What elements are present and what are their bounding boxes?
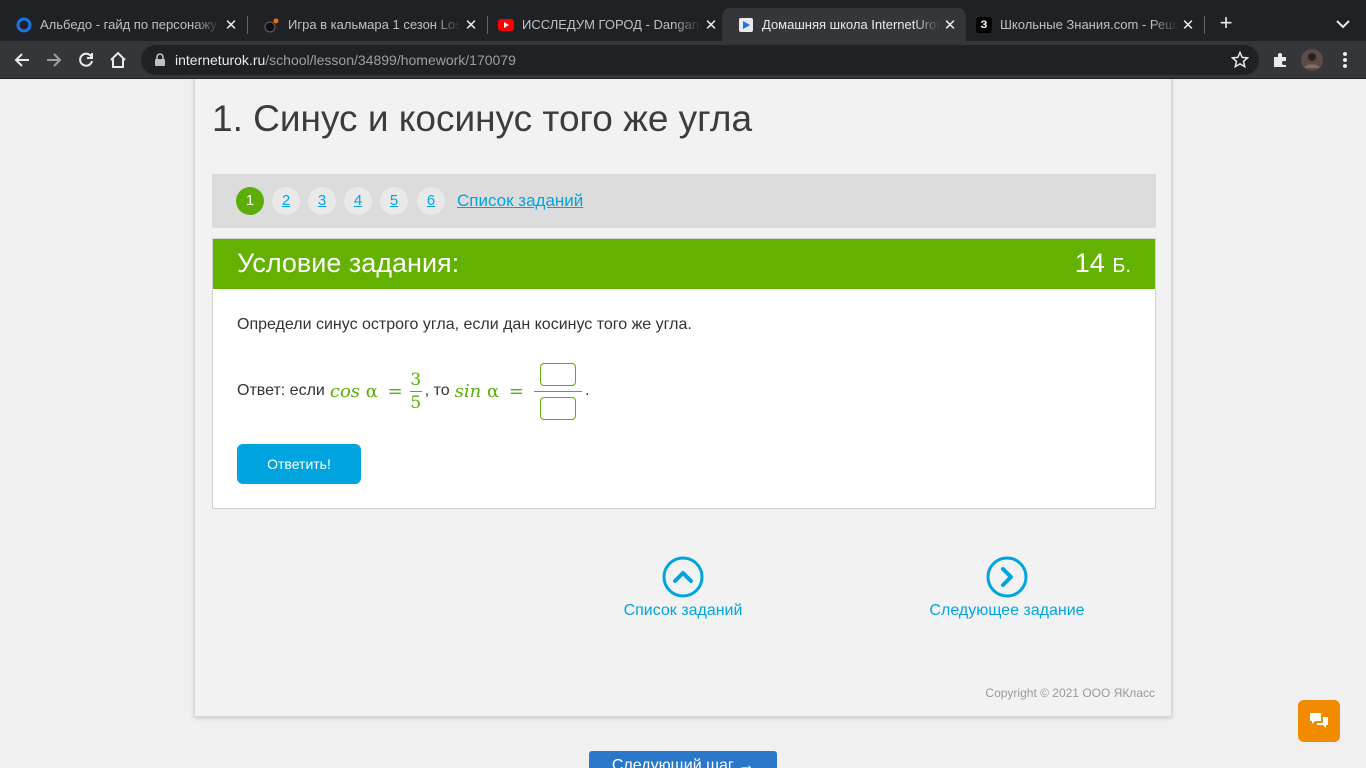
browser-tab-strip: Альбедо - гайд по персонажу ✕ Игра в кал… (0, 0, 1366, 41)
next-step-button[interactable]: Следующий шаг → (589, 751, 777, 768)
task-number-6[interactable]: 6 (417, 187, 445, 215)
answer-line: Ответ: если cos α = 3 5 , то sin α = . (237, 359, 589, 423)
new-tab-button[interactable]: + (1214, 12, 1238, 36)
sin-expression: sin α = (455, 381, 524, 402)
address-bar[interactable]: interneturok.ru/school/lesson/34899/home… (141, 45, 1259, 75)
submit-answer-button[interactable]: Ответить! (237, 444, 361, 484)
alpha-symbol: α (487, 380, 500, 402)
browser-tab-squid-game[interactable]: Игра в кальмара 1 сезон LostFilm ✕ (248, 8, 487, 41)
next-task-label: Следующее задание (929, 602, 1085, 619)
equals-sign: = (508, 380, 524, 402)
points-unit: Б. (1112, 255, 1131, 277)
close-icon[interactable]: ✕ (221, 15, 241, 35)
page-viewport: 1. Синус и косинус того же угла 1 2 3 4 … (0, 79, 1366, 768)
task-header-title: Условие задания: (237, 248, 460, 278)
task-points: 14 Б. (1075, 248, 1131, 279)
task-number-navigation: 1 2 3 4 5 6 Список заданий (212, 174, 1156, 228)
tab-search-chevron-icon[interactable] (1332, 13, 1354, 35)
url-text: interneturok.ru/school/lesson/34899/home… (175, 52, 516, 68)
copyright: Copyright © 2021 ООО ЯКласс (985, 686, 1155, 700)
tab-title: Игра в кальмара 1 сезон LostFilm (288, 17, 461, 32)
tab-title: Школьные Знания.com - Решаем (1000, 17, 1178, 32)
close-icon[interactable]: ✕ (701, 15, 721, 35)
tab-separator (1204, 16, 1205, 34)
close-icon[interactable]: ✕ (940, 15, 960, 35)
close-icon[interactable]: ✕ (461, 15, 481, 35)
bookmark-star-icon[interactable] (1230, 50, 1250, 69)
next-task-link[interactable]: Следующее задание (917, 556, 1097, 620)
page-title: 1. Синус и косинус того же угла (212, 98, 753, 139)
close-icon[interactable]: ✕ (1178, 15, 1198, 35)
task-number-3[interactable]: 3 (308, 187, 336, 215)
browser-tab-youtube[interactable]: ИССЛЕДУМ ГОРОД - Danganronpa ✕ (482, 8, 727, 41)
sin-label: sin (454, 380, 482, 402)
more-vertical-icon[interactable] (1333, 48, 1357, 72)
points-value: 14 (1074, 248, 1105, 278)
task-box: Условие задания: 14 Б. Определи синус ос… (212, 238, 1156, 509)
lesson-card: 1. Синус и косинус того же угла 1 2 3 4 … (194, 79, 1172, 717)
task-header: Условие задания: 14 Б. (213, 239, 1155, 289)
middle-text: , то (424, 382, 450, 399)
genshin-favicon-icon (16, 17, 32, 33)
youtube-icon (498, 17, 514, 33)
cos-denominator: 5 (410, 392, 422, 413)
tab-title: ИССЛЕДУМ ГОРОД - Danganronpa (522, 17, 701, 32)
denominator-input[interactable] (539, 396, 576, 420)
task-list-bottom-link[interactable]: Список заданий (593, 556, 773, 620)
lostfilm-favicon-icon (264, 17, 280, 33)
chevron-up-circle-icon (662, 556, 704, 598)
task-number-4[interactable]: 4 (344, 187, 372, 215)
task-list-link[interactable]: Список заданий (457, 191, 583, 211)
cos-fraction: 3 5 (409, 369, 422, 413)
period: . (584, 382, 590, 399)
forward-arrow-icon[interactable] (42, 48, 66, 72)
chat-bubbles-icon (1310, 713, 1328, 728)
task-number-2[interactable]: 2 (272, 187, 300, 215)
lock-icon[interactable] (153, 53, 167, 67)
task-number-1[interactable]: 1 (236, 187, 264, 215)
cos-label: cos (329, 380, 361, 402)
back-arrow-icon[interactable] (10, 48, 34, 72)
sin-fraction-input (533, 362, 582, 420)
browser-tab-interneturok[interactable]: Домашняя школа InternetUrok.ru ✕ (722, 8, 966, 41)
url-path: /school/lesson/34899/homework/170079 (265, 52, 516, 68)
numerator-input[interactable] (539, 362, 576, 386)
extensions-puzzle-icon[interactable] (1268, 48, 1292, 72)
fraction-bar (533, 390, 582, 392)
tab-title: Альбедо - гайд по персонажу (40, 17, 217, 32)
tab-title: Домашняя школа InternetUrok.ru (762, 17, 940, 32)
browser-toolbar: interneturok.ru/school/lesson/34899/home… (0, 41, 1366, 79)
fraction-bar (409, 390, 422, 392)
url-domain: interneturok.ru (175, 52, 266, 68)
task-list-label: Список заданий (623, 602, 743, 619)
home-icon[interactable] (106, 48, 130, 72)
browser-tab-znaniya[interactable]: З Школьные Знания.com - Решаем ✕ (960, 8, 1204, 41)
alpha-symbol: α (365, 380, 378, 402)
znaniya-favicon-icon: З (976, 16, 992, 33)
chat-button[interactable] (1298, 700, 1340, 742)
task-question: Определи синус острого угла, если дан ко… (237, 316, 692, 333)
reload-icon[interactable] (74, 48, 98, 72)
cos-expression: cos α = (330, 381, 407, 402)
answer-prefix: Ответ: если (237, 382, 325, 399)
interneturok-favicon-icon (738, 17, 754, 33)
cos-numerator: 3 (410, 369, 422, 390)
profile-avatar[interactable] (1300, 48, 1324, 72)
task-number-5[interactable]: 5 (380, 187, 408, 215)
browser-tab-albedo[interactable]: Альбедо - гайд по персонажу ✕ (0, 8, 247, 41)
equals-sign: = (387, 380, 403, 402)
chevron-right-circle-icon (986, 556, 1028, 598)
